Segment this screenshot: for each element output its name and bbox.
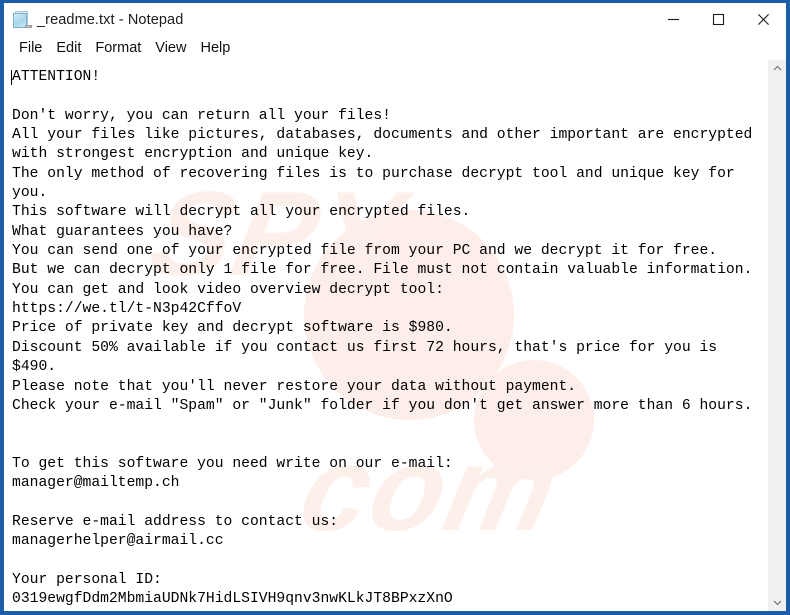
text-line — [12, 436, 768, 455]
text-line: The only method of recovering files is t… — [12, 165, 735, 182]
text-line: Check your e-mail "Spam" or "Junk" folde… — [12, 397, 753, 414]
window-controls — [651, 3, 786, 36]
client-area: SPY com ATTENTION! Don't worry, you can … — [4, 60, 786, 611]
notepad-window: _readme.txt - Notepad File Edit Format V… — [0, 0, 790, 615]
text-caret — [11, 70, 12, 85]
window-title: _readme.txt - Notepad — [37, 11, 184, 28]
text-line: Discount 50% available if you contact us… — [12, 339, 718, 356]
maximize-icon — [712, 13, 725, 26]
text-line: ATTENTION! — [12, 69, 101, 85]
text-editor[interactable]: SPY com ATTENTION! Don't worry, you can … — [4, 60, 768, 611]
text-line: Please note that you'll never restore yo… — [12, 378, 577, 395]
maximize-button[interactable] — [696, 3, 741, 36]
close-button[interactable] — [741, 3, 786, 36]
vertical-scrollbar[interactable] — [768, 60, 786, 611]
scroll-down-button[interactable] — [769, 594, 786, 611]
close-icon — [758, 14, 769, 25]
readme-text-content[interactable]: ATTENTION! Don't worry, you can return a… — [4, 60, 768, 610]
text-line: Don't worry, you can return all your fil… — [12, 107, 391, 124]
chevron-up-icon — [773, 65, 782, 71]
scrollbar-track[interactable] — [769, 77, 786, 594]
text-line: you. — [12, 185, 48, 202]
menu-bar: File Edit Format View Help — [4, 36, 786, 60]
text-line: What guarantees you have? — [12, 223, 233, 240]
text-line — [12, 552, 768, 571]
text-line: This software will decrypt all your encr… — [12, 204, 471, 221]
menu-item-file[interactable]: File — [12, 39, 49, 57]
menu-item-view[interactable]: View — [148, 39, 193, 57]
text-line — [12, 416, 768, 435]
notepad-document-icon — [13, 10, 32, 29]
text-line: https://we.tl/t-N3p42CffoV — [12, 301, 242, 318]
text-line: manager@mailtemp.ch — [12, 475, 180, 492]
minimize-button[interactable] — [651, 3, 696, 36]
chevron-down-icon — [773, 600, 782, 606]
title-bar[interactable]: _readme.txt - Notepad — [4, 3, 786, 36]
text-line: $490. — [12, 359, 57, 376]
text-line: Reserve e-mail address to contact us: — [12, 513, 339, 530]
menu-item-edit[interactable]: Edit — [49, 39, 88, 57]
text-line: You can get and look video overview decr… — [12, 281, 444, 298]
text-line: Price of private key and decrypt softwar… — [12, 320, 453, 337]
text-line: All your files like pictures, databases,… — [12, 127, 753, 144]
text-line — [12, 87, 768, 106]
minimize-icon — [668, 18, 679, 21]
text-line: You can send one of your encrypted file … — [12, 243, 718, 260]
menu-item-help[interactable]: Help — [193, 39, 237, 57]
scroll-up-button[interactable] — [769, 60, 786, 77]
text-line: with strongest encryption and unique key… — [12, 146, 374, 163]
text-line: 0319ewgfDdm2MbmiaUDNk7HidLSIVH9qnv3nwKLk… — [12, 591, 453, 608]
menu-item-format[interactable]: Format — [88, 39, 148, 57]
text-line: managerhelper@airmail.cc — [12, 533, 224, 550]
text-line: To get this software you need write on o… — [12, 455, 453, 472]
text-line — [12, 494, 768, 513]
text-line: But we can decrypt only 1 file for free.… — [12, 262, 753, 279]
text-line: Your personal ID: — [12, 571, 162, 588]
